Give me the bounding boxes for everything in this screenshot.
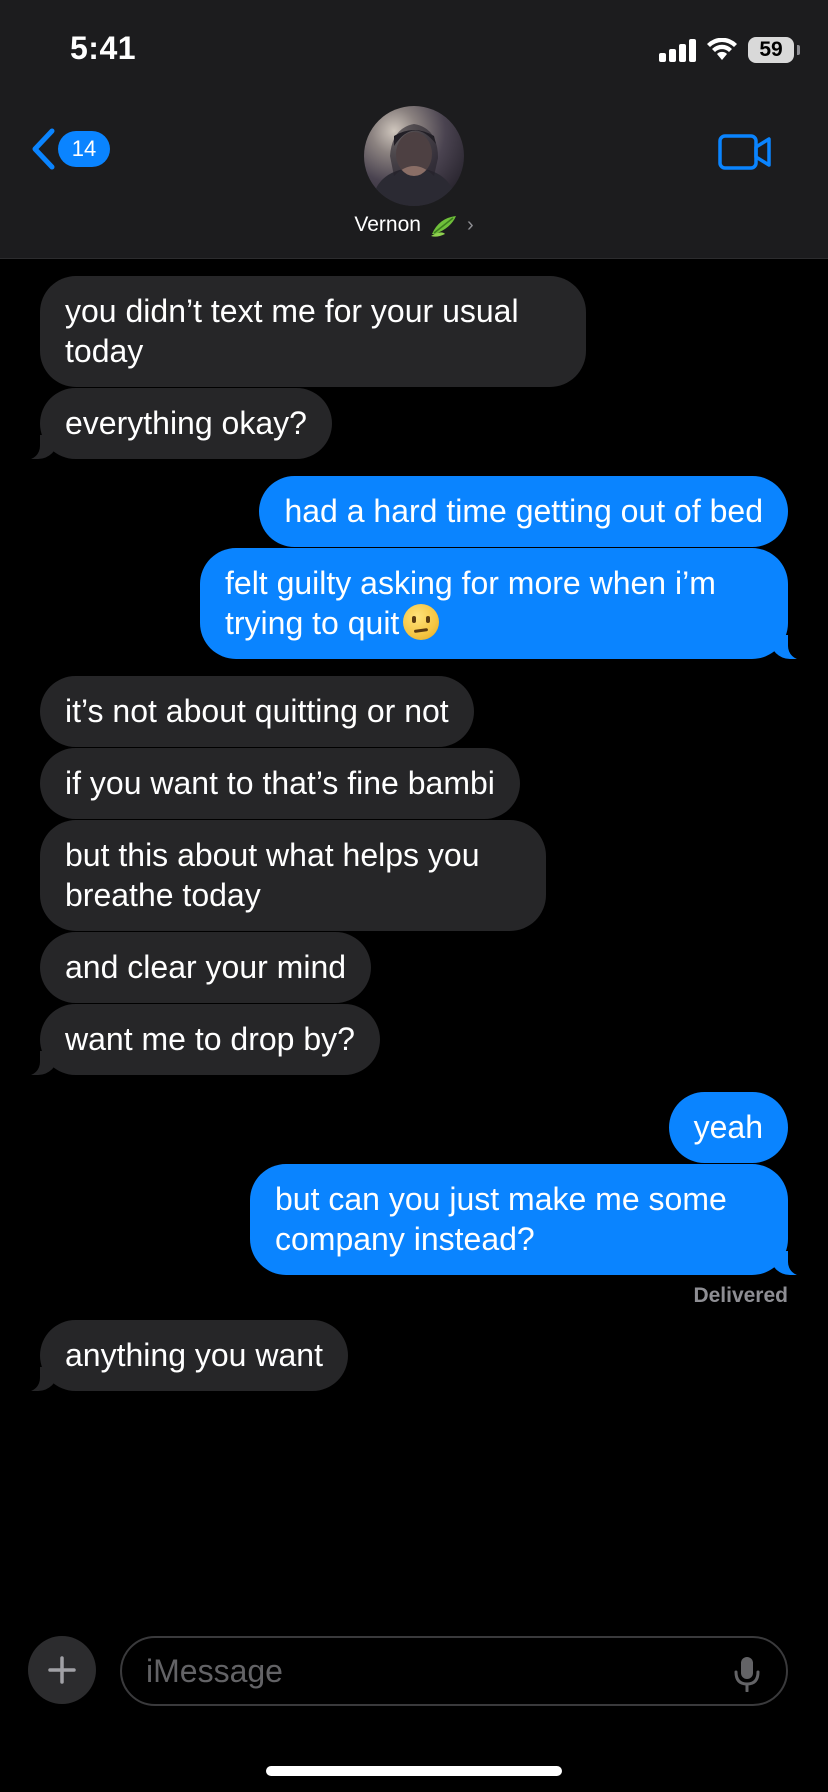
avatar-photo [374,124,454,206]
incoming-message[interactable]: it’s not about quitting or not [40,676,474,747]
app-drawer-button[interactable] [28,1636,96,1704]
status-time: 5:41 [70,30,137,66]
battery-icon: 59 [748,37,800,63]
outgoing-message[interactable]: yeah [668,1092,788,1163]
video-camera-icon [718,134,771,170]
outgoing-message[interactable]: but can you just make me some company in… [250,1164,814,1276]
contact-name: Vernon [354,213,421,236]
message-text: had a hard time getting out of bed [284,493,763,529]
incoming-message[interactable]: you didn’t text me for your usual today [40,276,586,387]
incoming-message[interactable]: everything okay? [14,388,332,460]
herb-leaf-icon [430,216,456,237]
back-button[interactable]: 14 [30,128,110,170]
incoming-message[interactable]: but this about what helps you breathe to… [40,820,546,931]
message-text: if you want to that’s fine bambi [65,765,495,801]
message-text: but can you just make me some company in… [275,1181,727,1257]
chevron-right-icon: › [466,213,474,236]
message-text: yeah [693,1109,763,1145]
message-text: anything you want [65,1337,323,1373]
message-input-placeholder: iMessage [146,1652,283,1689]
outgoing-message[interactable]: felt guilty asking for more when i’m try… [200,548,814,660]
incoming-message[interactable]: want me to drop by? [14,1004,380,1076]
microphone-icon[interactable] [734,1656,760,1692]
message-text: everything okay? [65,405,307,441]
incoming-message[interactable]: and clear your mind [40,932,372,1003]
message-input[interactable]: iMessage [120,1636,788,1706]
incoming-message[interactable]: if you want to that’s fine bambi [40,748,520,819]
plus-icon [48,1656,76,1684]
contact-name-row[interactable]: Vernon › [0,212,828,238]
message-text: you didn’t text me for your usual today [65,293,519,369]
delivery-status: Delivered [693,1284,788,1307]
battery-level: 59 [759,38,783,61]
facetime-video-button[interactable] [718,134,772,175]
message-text: want me to drop by? [65,1021,355,1057]
home-indicator[interactable] [266,1766,562,1776]
wifi-icon [707,38,737,60]
chevron-left-icon [32,128,55,170]
incoming-message[interactable]: anything you want [14,1320,348,1392]
message-text: felt guilty asking for more when i’m try… [225,565,716,641]
confused-face-emoji-icon [403,604,440,640]
conversation-header: 5:41 59 14 Vernon › [0,0,828,259]
cellular-signal-icon [659,38,696,62]
contact-avatar[interactable] [364,106,464,206]
message-text: and clear your mind [65,949,347,985]
message-text: but this about what helps you breathe to… [65,837,480,913]
unread-count-badge: 14 [58,131,110,167]
status-indicators: 59 [659,34,800,66]
message-text: it’s not about quitting or not [65,693,449,729]
outgoing-message[interactable]: had a hard time getting out of bed [259,476,788,547]
messages-screen: 5:41 59 14 Vernon › you didn’t text me f… [0,0,828,1792]
